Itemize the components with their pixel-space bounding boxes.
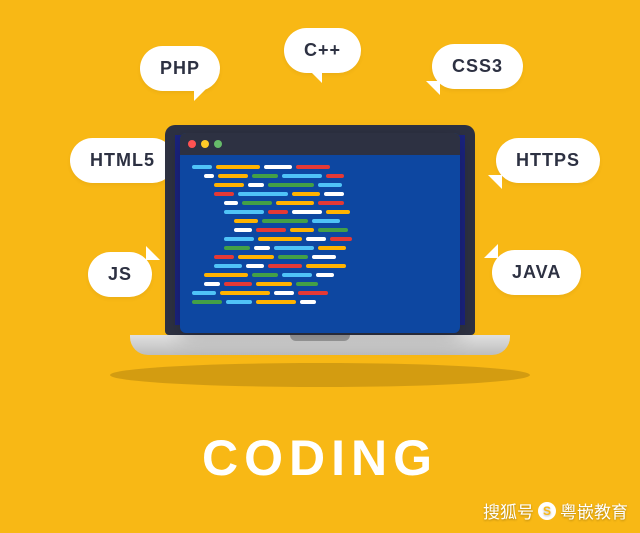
bubble-label: PHP <box>160 58 200 78</box>
main-title: CODING <box>202 429 438 487</box>
bubble-cpp: C++ <box>284 28 361 73</box>
sohu-icon: S <box>538 502 556 520</box>
bubble-tail <box>426 81 440 95</box>
illustration-scene: HTML5 PHP C++ CSS3 HTTPS JS JAVA <box>0 0 640 533</box>
watermark: 搜狐号 S 粤嵌教育 <box>483 498 628 523</box>
bubble-label: C++ <box>304 40 341 60</box>
close-icon <box>188 140 196 148</box>
watermark-prefix: 搜狐号 <box>483 498 534 523</box>
code-body <box>180 155 460 314</box>
minimize-icon <box>201 140 209 148</box>
bubble-tail <box>308 69 322 83</box>
code-window <box>180 133 460 333</box>
bubble-tail <box>194 87 208 101</box>
laptop-shadow <box>110 363 530 387</box>
bubble-css3: CSS3 <box>432 44 523 89</box>
bubble-label: CSS3 <box>452 56 503 76</box>
bubble-php: PHP <box>140 46 220 91</box>
laptop-base <box>130 335 510 355</box>
maximize-icon <box>214 140 222 148</box>
window-title-bar <box>180 133 460 155</box>
watermark-author: 粤嵌教育 <box>560 498 628 523</box>
